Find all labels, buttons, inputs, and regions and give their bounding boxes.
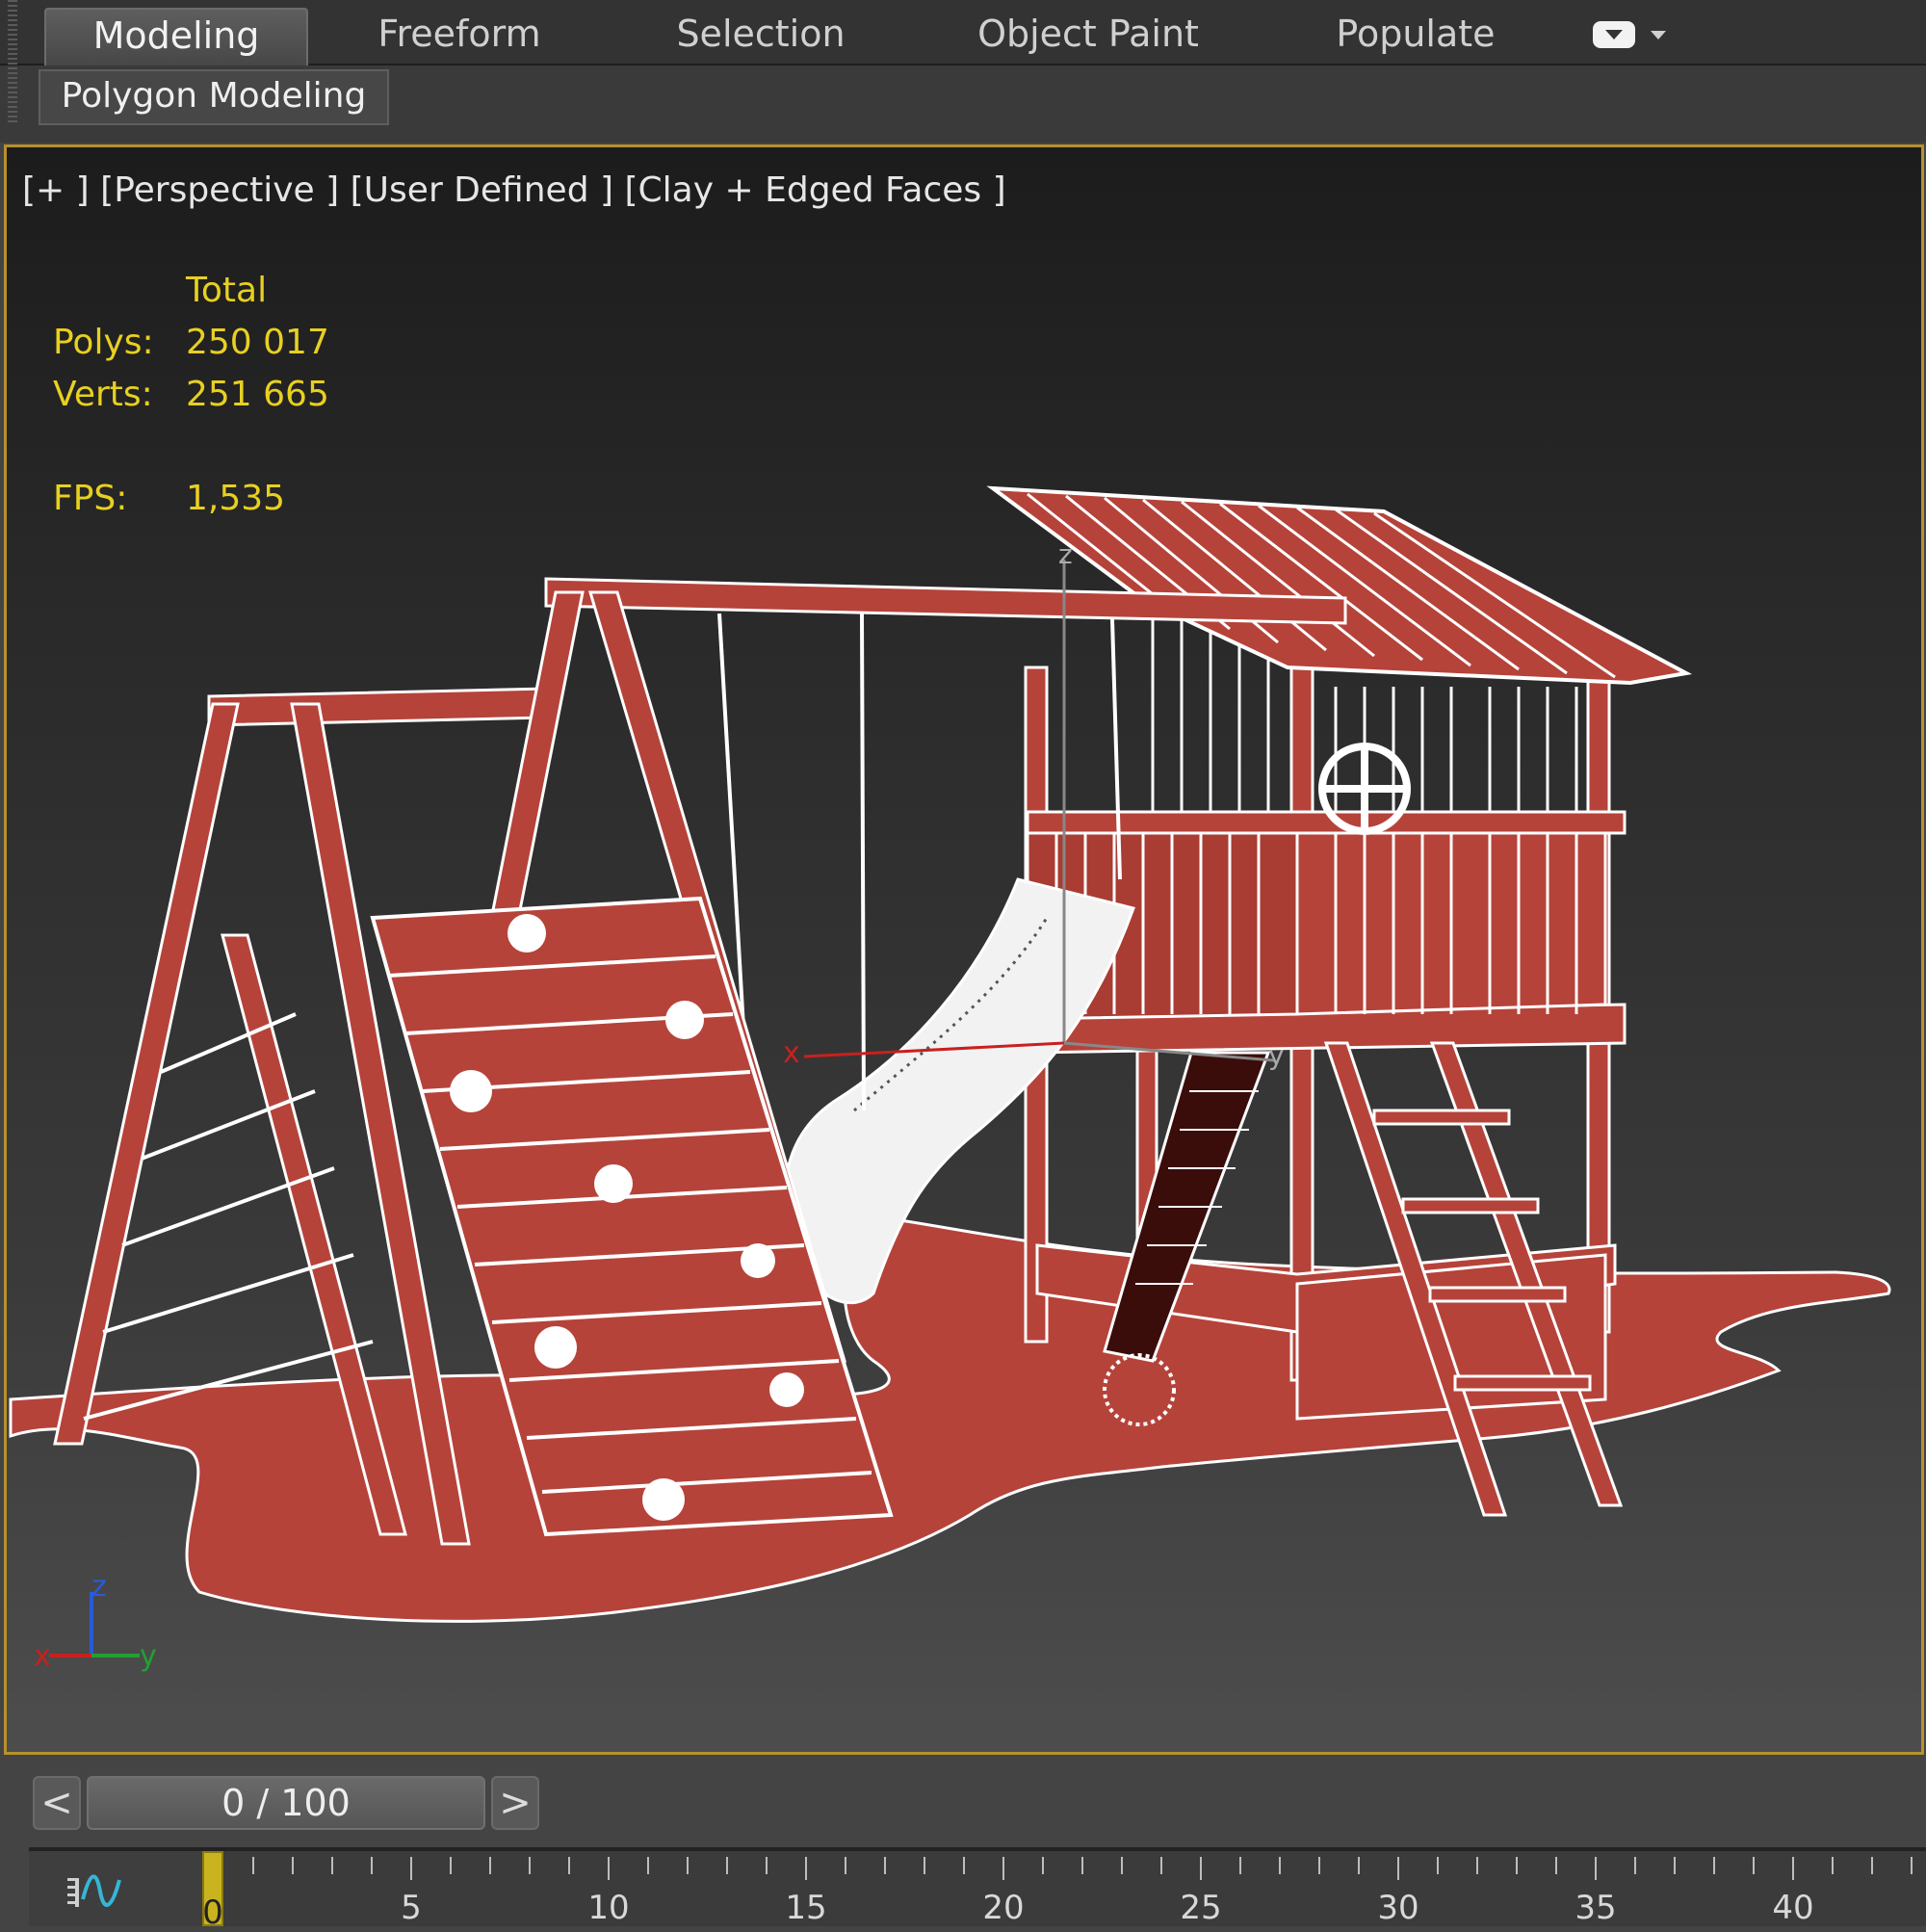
upper-beam <box>207 687 548 727</box>
viewport-shading-menu[interactable]: [Clay + Edged Faces ] <box>625 170 1006 210</box>
gizmo-y-label: y <box>1268 1039 1285 1071</box>
stats-header: Total <box>186 271 268 310</box>
track-ruler: 5 10 15 20 25 30 35 40 <box>213 1857 1913 1926</box>
chevron-down-icon <box>1651 31 1666 39</box>
ribbon-tab-bar: Modeling Freeform Selection Object Paint… <box>0 0 1926 65</box>
tab-modeling[interactable]: Modeling <box>44 8 308 65</box>
viewport-label-menu: [+ ] [Perspective ] [User Defined ] [Cla… <box>22 170 1006 210</box>
stats-verts-value: 251 665 <box>186 375 329 414</box>
climbing-hold <box>450 1070 492 1112</box>
stats-fps-value: 1,535 <box>186 479 286 518</box>
climbing-hold <box>534 1326 577 1369</box>
viewport-lighting-menu[interactable]: [User Defined ] <box>351 170 613 210</box>
ribbon-options-dropdown[interactable] <box>1591 15 1670 54</box>
tab-populate[interactable]: Populate <box>1319 8 1512 64</box>
stats-polys-value: 250 017 <box>186 323 329 362</box>
ribbon-options-icon <box>1593 21 1635 48</box>
climbing-hold <box>508 914 546 953</box>
ruler-label: 15 <box>785 1889 826 1926</box>
next-frame-button[interactable]: > <box>491 1776 539 1830</box>
world-axis-z: z <box>91 1573 107 1604</box>
track-bar[interactable]: 5 10 15 20 25 30 35 40 <box>202 1851 1926 1926</box>
ruler-label: 30 <box>1377 1889 1418 1926</box>
time-slider-label: 0 / 100 <box>221 1782 351 1824</box>
viewport-general-menu[interactable]: [+ ] <box>22 170 90 210</box>
ruler-label: 35 <box>1575 1889 1616 1926</box>
tab-object-paint[interactable]: Object Paint <box>963 8 1213 64</box>
climbing-hold <box>769 1372 804 1407</box>
world-axis-tripod: z x y <box>34 1573 157 1673</box>
tab-selection[interactable]: Selection <box>655 8 867 64</box>
ribbon-grip-handle[interactable] <box>8 0 17 125</box>
climbing-hold <box>665 1001 704 1039</box>
world-axis-x: x <box>34 1639 51 1673</box>
climbing-hold <box>642 1478 685 1521</box>
climbing-hold <box>741 1243 775 1278</box>
climbing-hold <box>594 1164 633 1203</box>
world-axis-y: y <box>140 1639 157 1673</box>
gizmo-x-label: x <box>783 1036 800 1070</box>
aframe-leg <box>53 702 240 1446</box>
ribbon: Modeling Freeform Selection Object Paint… <box>0 0 1926 143</box>
tab-freeform[interactable]: Freeform <box>349 8 570 64</box>
steering-wheel <box>1318 743 1411 835</box>
time-slider-bar: < 0 / 100 > 5 10 15 20 25 30 35 40 0 <box>0 1761 1926 1932</box>
stats-polys-label: Polys: <box>53 323 154 362</box>
stats-fps-label: FPS: <box>53 479 128 518</box>
polygon-modeling-button[interactable]: Polygon Modeling <box>39 69 389 125</box>
perspective-viewport[interactable]: z x y [+ ] [Perspective ] [User Defined … <box>4 144 1924 1755</box>
prev-frame-button[interactable]: < <box>33 1776 81 1830</box>
ruler-label: 40 <box>1772 1889 1813 1926</box>
gizmo-z-label: z <box>1058 538 1073 570</box>
stats-verts-label: Verts: <box>53 375 153 414</box>
ruler-label: 5 <box>401 1889 422 1926</box>
ruler-label: 20 <box>982 1889 1024 1926</box>
ruler-label: 10 <box>587 1889 629 1926</box>
curve-editor-icon[interactable] <box>44 1870 131 1913</box>
viewport-point-of-view-menu[interactable]: [Perspective ] <box>100 170 339 210</box>
time-cursor-label: 0 <box>202 1893 223 1932</box>
ruler-label: 25 <box>1180 1889 1221 1926</box>
